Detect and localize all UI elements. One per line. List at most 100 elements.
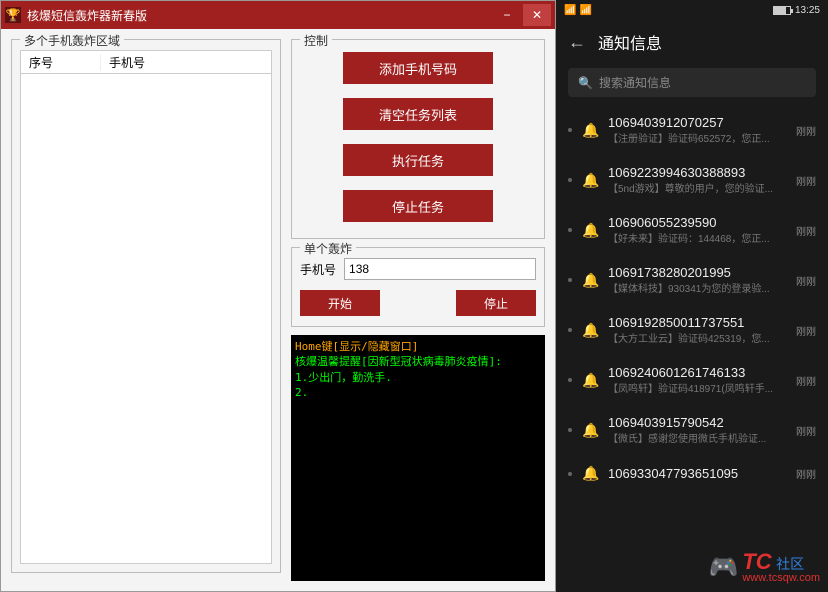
status-left: 📶 📶 [564,5,592,16]
notif-sender: 106906055239590 [608,215,786,230]
phone-list-body[interactable] [20,74,272,564]
notif-content: 1069223994630388893 【5nd游戏】尊敬的用户，您的验证... [608,165,786,195]
search-bar[interactable]: 🔍 搜索通知信息 [568,68,816,97]
col-phone: 手机号 [101,54,271,71]
close-button[interactable]: ✕ [523,4,551,26]
wifi-icon: 📶 [579,5,591,16]
bell-icon: 🔔 [582,222,598,239]
single-button-row: 开始 停止 [300,290,536,316]
stop-tasks-button[interactable]: 停止任务 [343,190,493,222]
col-sequence: 序号 [21,54,101,71]
minimize-button[interactable]: − [493,4,521,26]
notif-preview: 【好未来】验证码：144468，您正... [608,230,786,245]
watermark-sq: 社区 [776,556,804,572]
notif-content: 1069403912070257 【注册验证】验证码652572，您正... [608,115,786,145]
clear-tasks-button[interactable]: 清空任务列表 [343,98,493,130]
unread-dot [568,128,572,132]
search-placeholder: 搜索通知信息 [599,74,671,91]
control-title: 控制 [300,32,332,49]
notif-time: 刚刚 [796,466,816,481]
desktop-window: 🏆 核爆短信轰炸器新春版 − ✕ 多个手机轰炸区域 序号 手机号 控制 添加手机… [0,0,556,592]
bell-icon: 🔔 [582,465,598,482]
unread-dot [568,278,572,282]
bell-icon: 🔔 [582,172,598,189]
notification-item[interactable]: 🔔 1069403915790542 【微氏】感谢您使用微氏手机验证... 刚刚 [556,405,828,455]
signal-icon: 📶 [564,5,576,16]
notif-sender: 1069192850011737551 [608,315,786,330]
status-right: 13:25 [773,5,820,16]
clock: 13:25 [795,5,820,16]
bell-icon: 🔔 [582,322,598,339]
back-icon[interactable]: ← [568,32,586,53]
app-body: 多个手机轰炸区域 序号 手机号 控制 添加手机号码 清空任务列表 执行任务 停止… [1,29,555,591]
stop-button[interactable]: 停止 [456,290,536,316]
phone-label: 手机号 [300,261,336,278]
multi-bomb-title: 多个手机轰炸区域 [20,32,124,49]
notif-content: 1069240601261746133 【凤鸣轩】验证码418971(凤鸣轩手.… [608,365,786,395]
notif-time: 刚刚 [796,273,816,288]
notification-item[interactable]: 🔔 106906055239590 【好未来】验证码：144468，您正... … [556,205,828,255]
window-title: 核爆短信轰炸器新春版 [27,7,493,24]
bell-icon: 🔔 [582,272,598,289]
control-group: 控制 添加手机号码 清空任务列表 执行任务 停止任务 [291,39,545,239]
watermark-text: TC 社区 www.tcsqw.com [742,551,820,584]
left-column: 多个手机轰炸区域 序号 手机号 [11,39,281,581]
notif-preview: 【5nd游戏】尊敬的用户，您的验证... [608,180,786,195]
unread-dot [568,428,572,432]
notification-item[interactable]: 🔔 1069192850011737551 【大方工业云】验证码425319，您… [556,305,828,355]
unread-dot [568,228,572,232]
add-phone-button[interactable]: 添加手机号码 [343,52,493,84]
status-bar: 📶 📶 13:25 [556,0,828,20]
unread-dot [568,378,572,382]
notif-content: 1069173828020199​5 【媒体科技】930341为您的登录验... [608,265,786,295]
notif-content: 1069403915790542 【微氏】感谢您使用微氏手机验证... [608,415,786,445]
right-column: 控制 添加手机号码 清空任务列表 执行任务 停止任务 单个轰炸 手机号 开始 停… [291,39,545,581]
notif-sender: 1069403912070257 [608,115,786,130]
window-controls: − ✕ [493,4,551,26]
single-bomb-group: 单个轰炸 手机号 开始 停止 [291,247,545,327]
notif-sender: 1069223994630388893 [608,165,786,180]
watermark-url: www.tcsqw.com [742,573,820,584]
notif-time: 刚刚 [796,123,816,138]
multi-bomb-group: 多个手机轰炸区域 序号 手机号 [11,39,281,573]
notif-time: 刚刚 [796,373,816,388]
notif-sender: 1069403915790542 [608,415,786,430]
bell-icon: 🔔 [582,372,598,389]
notif-sender: 1069173828020199​5 [608,265,786,280]
list-header: 序号 手机号 [20,50,272,74]
titlebar[interactable]: 🏆 核爆短信轰炸器新春版 − ✕ [1,1,555,29]
search-icon: 🔍 [578,76,593,90]
notif-time: 刚刚 [796,223,816,238]
single-title: 单个轰炸 [300,240,356,257]
console-output: Home键[显示/隐藏窗口] 核爆温馨提醒[因新型冠状病毒肺炎疫情]: 1.少出… [291,335,545,581]
unread-dot [568,472,572,476]
notif-sender: 1069330477936510​95 [608,466,786,481]
notif-preview: 【注册验证】验证码652572，您正... [608,130,786,145]
bell-icon: 🔔 [582,122,598,139]
watermark: 🎮 TC 社区 www.tcsqw.com [708,551,820,584]
phone-header: ← 通知信息 [556,20,828,64]
notification-list[interactable]: 🔔 1069403912070257 【注册验证】验证码652572，您正...… [556,105,828,592]
notif-content: 1069192850011737551 【大方工业云】验证码425319，您..… [608,315,786,345]
notification-item[interactable]: 🔔 1069330477936510​95 刚刚 [556,455,828,492]
app-icon: 🏆 [5,7,21,23]
notif-time: 刚刚 [796,173,816,188]
notification-item[interactable]: 🔔 1069173828020199​5 【媒体科技】930341为您的登录验.… [556,255,828,305]
notification-item[interactable]: 🔔 1069223994630388893 【5nd游戏】尊敬的用户，您的验证.… [556,155,828,205]
notif-preview: 【媒体科技】930341为您的登录验... [608,280,786,295]
notification-item[interactable]: 🔔 1069403912070257 【注册验证】验证码652572，您正...… [556,105,828,155]
watermark-logo: 🎮 [708,553,738,582]
execute-button[interactable]: 执行任务 [343,144,493,176]
phone-screen: 📶 📶 13:25 ← 通知信息 🔍 搜索通知信息 🔔 106940391207… [556,0,828,592]
notification-item[interactable]: 🔔 1069240601261746133 【凤鸣轩】验证码418971(凤鸣轩… [556,355,828,405]
console-line: 核爆温馨提醒[因新型冠状病毒肺炎疫情]: [295,354,541,369]
unread-dot [568,178,572,182]
notif-preview: 【大方工业云】验证码425319，您... [608,330,786,345]
phone-input-row: 手机号 [300,258,536,280]
notif-preview: 【微氏】感谢您使用微氏手机验证... [608,430,786,445]
start-button[interactable]: 开始 [300,290,380,316]
notif-time: 刚刚 [796,423,816,438]
page-title: 通知信息 [598,30,662,54]
phone-input[interactable] [344,258,536,280]
notif-content: 1069330477936510​95 [608,466,786,481]
